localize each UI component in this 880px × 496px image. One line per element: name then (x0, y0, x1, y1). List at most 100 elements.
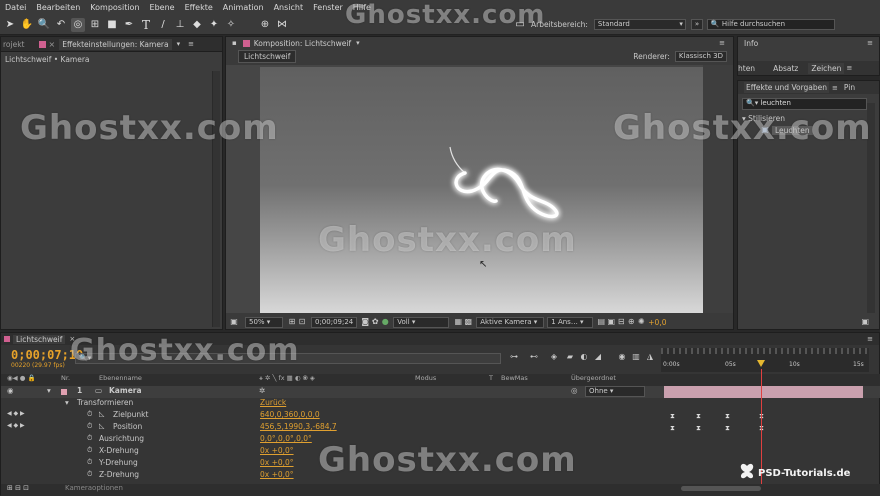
tab-project[interactable]: rojekt (3, 40, 25, 49)
stopwatch-icon[interactable]: ⏱ (87, 422, 92, 431)
tab-absatz[interactable]: Absatz (773, 64, 798, 73)
clone-tool-icon[interactable]: ⊥ (173, 18, 187, 32)
property-value[interactable]: Zurück (260, 398, 286, 407)
stopwatch-icon[interactable]: ⏱ (87, 470, 92, 479)
menu-item[interactable]: Ansicht (269, 3, 309, 12)
property-value[interactable]: 0x +0,0° (260, 470, 294, 479)
tab-hten[interactable]: hten (738, 64, 755, 73)
shy-icon[interactable]: ◈ (549, 352, 559, 362)
fit-icon[interactable]: ⊞ (287, 317, 297, 327)
property-value[interactable]: 640,0,360,0,0,0 (260, 410, 320, 419)
viewer-area[interactable]: ↖ (226, 65, 733, 313)
graph-icon[interactable]: ◺ (99, 422, 104, 430)
hand-tool-icon[interactable]: ✋ (20, 18, 34, 32)
zoom-tool-icon[interactable]: 🔍 (37, 18, 51, 32)
keyframe-icon[interactable]: ⧗ (725, 424, 730, 432)
selection-tool-icon[interactable]: ➤ (3, 18, 17, 32)
parent-select[interactable]: Ohne ▾ (585, 386, 645, 397)
tab-pin[interactable]: Pin (844, 83, 855, 92)
menu-item[interactable]: Ebene (145, 3, 180, 12)
panel-menu-icon[interactable]: ≡ (846, 64, 852, 72)
graph-icon[interactable]: ◺ (99, 410, 104, 418)
chevron-down-icon[interactable]: ▾ (356, 39, 360, 47)
timecode-button[interactable]: 0;00;09;24 (311, 316, 358, 328)
panel-menu-icon[interactable]: ≡ (867, 39, 873, 47)
keyframe-icon[interactable]: ⧗ (670, 424, 675, 432)
axis-icon[interactable]: ⊕ (258, 18, 272, 32)
close-icon[interactable]: × (49, 40, 56, 49)
comp-mini-flowchart-icon[interactable]: ⊶ (509, 352, 519, 362)
panel-menu-icon[interactable]: ≡ (832, 84, 838, 92)
motion-blur-icon[interactable]: ◐ (579, 352, 589, 362)
comp-name-button[interactable]: Lichtschweif (238, 49, 297, 63)
menu-item[interactable]: Datei (0, 3, 31, 12)
comp-canvas[interactable]: ↖ (260, 67, 703, 313)
menu-item[interactable]: Fenster (308, 3, 348, 12)
tab-info[interactable]: Info (744, 39, 758, 48)
layer-bar[interactable] (664, 386, 863, 398)
menu-item[interactable]: Animation (218, 3, 269, 12)
frame-blend-icon[interactable]: ▰ (565, 352, 575, 362)
pickwhip-icon[interactable]: ◎ (571, 386, 578, 395)
position-property[interactable]: ◀ ◆ ▶⏱◺Position456,5,1990,3,-684,7⧗⧗⧗⧗ (1, 422, 880, 434)
pan-behind-tool-icon[interactable]: ⊞ (88, 18, 102, 32)
graph-editor-icon[interactable]: ◉ (617, 352, 627, 362)
eraser-tool-icon[interactable]: ◆ (190, 18, 204, 32)
roi-icon[interactable]: ▦ (453, 317, 463, 327)
layer-name[interactable]: Kamera (109, 386, 142, 395)
transform-group[interactable]: ▾ Transformieren Zurück (1, 398, 880, 410)
new-preset-icon[interactable]: ▣ (861, 317, 869, 326)
property-value[interactable]: 456,5,1990,3,-684,7 (260, 422, 337, 431)
property-value[interactable]: 0x +0,0° (260, 446, 294, 455)
tab-timeline[interactable]: Lichtschweif (13, 334, 66, 344)
renderer-button[interactable]: Klassisch 3D (674, 50, 727, 62)
zielpunkt-property[interactable]: ◀ ◆ ▶⏱◺Zielpunkt640,0,360,0,0,0⧗⧗⧗⧗ (1, 410, 880, 422)
keyframe-icon[interactable]: ⧗ (696, 424, 701, 432)
help-search-input[interactable]: 🔍 Hilfe durchsuchen (706, 19, 835, 30)
property-value[interactable]: 0,0°,0,0°,0,0° (260, 434, 312, 443)
menu-item[interactable]: Bearbeiten (31, 3, 85, 12)
exposure-value[interactable]: +0,0 (648, 318, 666, 327)
chart-icon[interactable]: ◮ (645, 352, 655, 362)
timeline-icon[interactable]: ⊟ (616, 317, 626, 327)
draft-3d-icon[interactable]: ⊷ (529, 352, 539, 362)
keyframe-nav-icon[interactable]: ◀ ◆ ▶ (7, 410, 25, 417)
tab-composition[interactable]: Komposition: Lichtschweif (254, 39, 351, 48)
stopwatch-icon[interactable]: ⏱ (87, 434, 92, 443)
show-snapshot-icon[interactable]: ✿ (370, 317, 380, 327)
panel-menu-icon[interactable]: ≡ (867, 335, 873, 343)
fast-preview-icon[interactable]: ▣ (606, 317, 616, 327)
switch-icon[interactable]: ✲ (259, 386, 265, 395)
expand-triangle-icon[interactable]: ▾ (47, 386, 51, 395)
stopwatch-icon[interactable]: ⏱ (87, 458, 92, 467)
zoom-select[interactable]: 50% ▾ (245, 316, 283, 328)
roto-tool-icon[interactable]: ✦ (207, 18, 221, 32)
auto-keyframe-icon[interactable]: ▥ (631, 352, 641, 362)
camera-select[interactable]: Aktive Kamera ▾ (476, 316, 545, 328)
text-tool-icon[interactable]: T (139, 18, 153, 32)
time-ruler[interactable]: 0:00s 05s 10s 15s (661, 348, 869, 372)
snapshot-icon[interactable]: ◙ (360, 317, 370, 327)
snap-icon[interactable]: ⋈ (275, 18, 289, 32)
chevron-down-icon[interactable]: ▾ (177, 40, 181, 48)
flowchart-icon[interactable]: ⊕ (626, 317, 636, 327)
brush-icon[interactable]: ◢ (593, 352, 603, 362)
workspace-menu-button[interactable]: » (690, 19, 703, 30)
property-value[interactable]: 0x +0,0° (260, 458, 294, 467)
resolution-select[interactable]: Voll ▾ (393, 316, 450, 328)
channel-icon[interactable]: ● (380, 317, 390, 327)
stopwatch-icon[interactable]: ⏱ (87, 446, 92, 455)
keyframe-icon[interactable]: ⧗ (725, 412, 730, 420)
expand-triangle-icon[interactable]: ▾ (65, 398, 69, 407)
brush-tool-icon[interactable]: / (156, 18, 170, 32)
workspace-select[interactable]: Standard ▾ (593, 19, 686, 30)
camera-tool-icon[interactable]: ◎ (71, 17, 85, 32)
menu-item[interactable]: Effekte (180, 3, 218, 12)
playhead-handle[interactable] (757, 360, 765, 367)
toggle-switches-icon[interactable]: ⊞ ⊟ ⊡ (7, 484, 29, 492)
safe-zones-icon[interactable]: ⊡ (297, 317, 307, 327)
stopwatch-icon[interactable]: ⏱ (87, 410, 92, 419)
toggle-pixel-icon[interactable]: ▤ (596, 317, 606, 327)
layer-row[interactable]: ◉ ▾ 1 ▭ Kamera ✲ ◎ Ohne ▾ (1, 386, 880, 398)
zoom-slider[interactable] (681, 486, 761, 491)
